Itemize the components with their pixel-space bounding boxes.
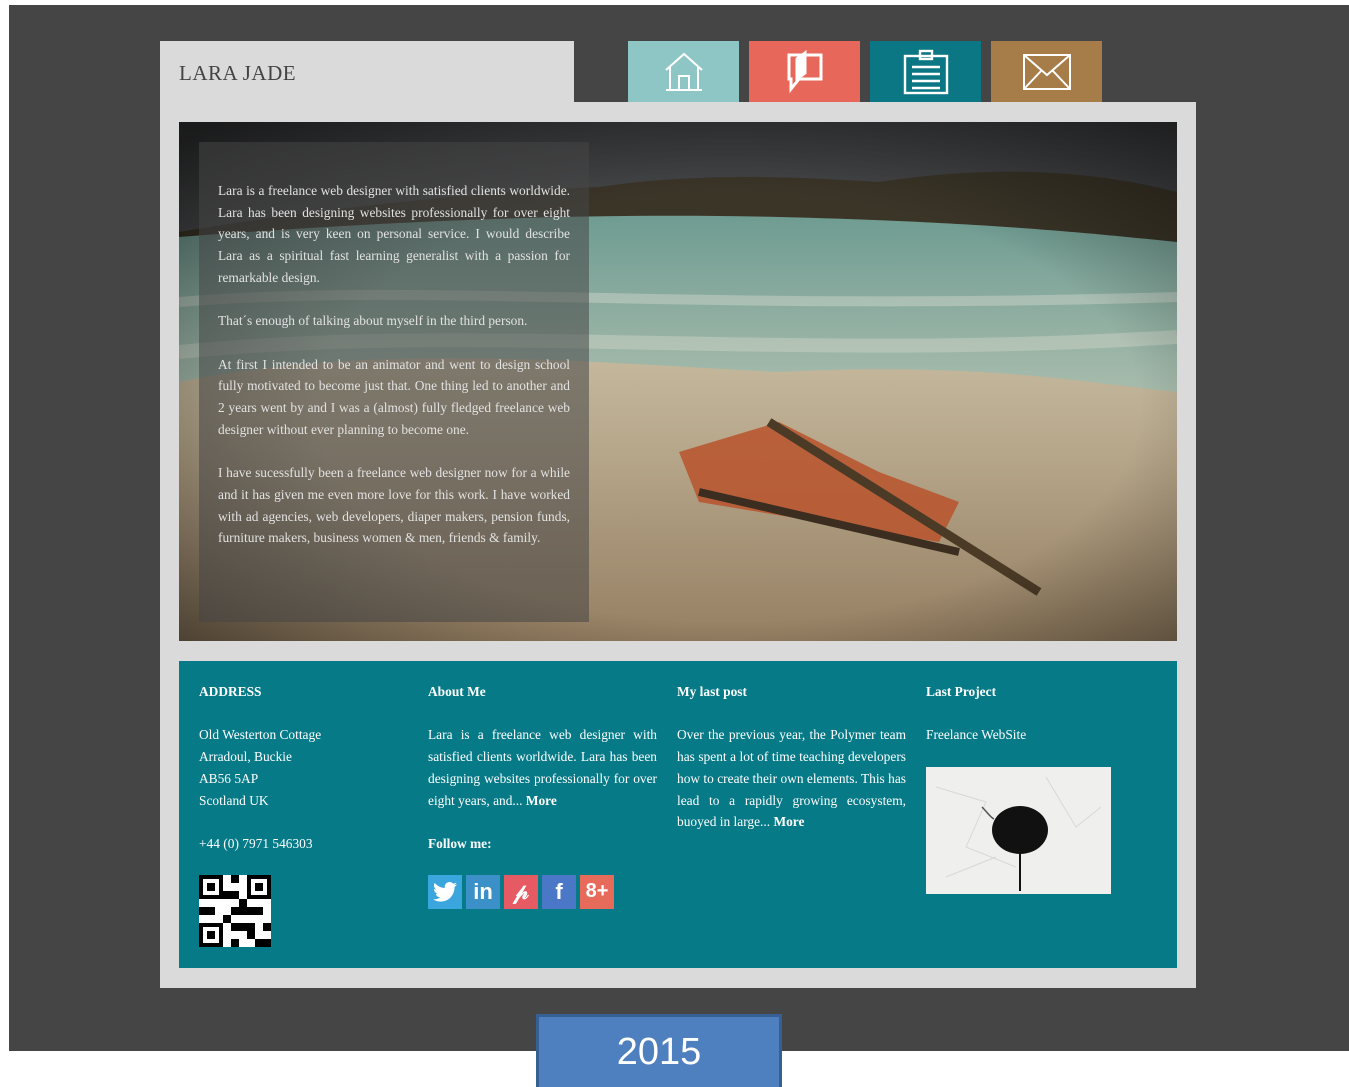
project-thumbnail[interactable] [926, 767, 1111, 894]
project-section: Last Project Freelance WebSite [926, 681, 1156, 746]
address-heading: ADDRESS [199, 684, 262, 699]
year-label: 2015 [536, 1014, 782, 1087]
about-section: About Me Lara is a freelance web designe… [428, 681, 657, 876]
twitter-icon [433, 882, 457, 902]
clipboard-icon [903, 49, 948, 94]
nav-home-button[interactable] [628, 41, 739, 102]
googleplus-button[interactable]: 8+ [580, 875, 614, 909]
post-section: My last post Over the previous year, the… [677, 681, 906, 833]
linkedin-icon: in [473, 879, 493, 905]
footer: ADDRESS Old Westerton Cottage Arradoul, … [179, 661, 1177, 968]
hero-paragraph: I have sucessfully been a freelance web … [218, 465, 570, 546]
facebook-button[interactable]: f [542, 875, 576, 909]
linkedin-button[interactable]: in [466, 875, 500, 909]
home-icon [664, 52, 703, 91]
nav-contact-button[interactable] [991, 41, 1102, 102]
chat-pen-icon [787, 49, 822, 93]
social-links: in 𝓅 f 8+ [428, 875, 614, 909]
pinterest-button[interactable]: 𝓅 [504, 875, 538, 909]
address-line: AB56 5AP [199, 770, 259, 786]
about-more-link[interactable]: More [526, 793, 557, 808]
site-header: LARA JADE [160, 41, 574, 102]
hero-paragraph: At first I intended to be an animator an… [218, 356, 570, 437]
address-line: Scotland UK [199, 792, 269, 808]
twitter-button[interactable] [428, 875, 462, 909]
address-line: Old Westerton Cottage [199, 727, 322, 743]
address-line: Arradoul, Buckie [199, 749, 292, 765]
googleplus-icon: 8+ [585, 880, 609, 903]
nav-portfolio-button[interactable] [870, 41, 981, 102]
project-illustration [926, 767, 1111, 894]
qr-code[interactable] [199, 875, 271, 947]
phone-number[interactable]: +44 (0) 7971 546303 [199, 833, 399, 855]
about-overlay: Lara is a freelance web designer with sa… [199, 142, 589, 622]
post-heading: My last post [677, 684, 747, 699]
project-heading: Last Project [926, 684, 997, 699]
project-name[interactable]: Freelance WebSite [926, 724, 1156, 746]
site-title[interactable]: LARA JADE [179, 61, 296, 86]
post-more-link[interactable]: More [773, 814, 804, 829]
about-heading: About Me [428, 684, 486, 699]
facebook-icon: f [555, 879, 563, 905]
hero-image: Lara is a freelance web designer with sa… [179, 122, 1177, 641]
hero-paragraph: That´s enough of talking about myself in… [218, 313, 528, 329]
hero-paragraph: Lara is a freelance web designer with sa… [218, 183, 570, 285]
follow-heading: Follow me: [428, 835, 492, 851]
mail-icon [1022, 53, 1071, 90]
nav-blog-button[interactable] [749, 41, 860, 102]
address-section: ADDRESS Old Westerton Cottage Arradoul, … [199, 681, 399, 855]
pinterest-icon: 𝓅 [513, 879, 529, 905]
